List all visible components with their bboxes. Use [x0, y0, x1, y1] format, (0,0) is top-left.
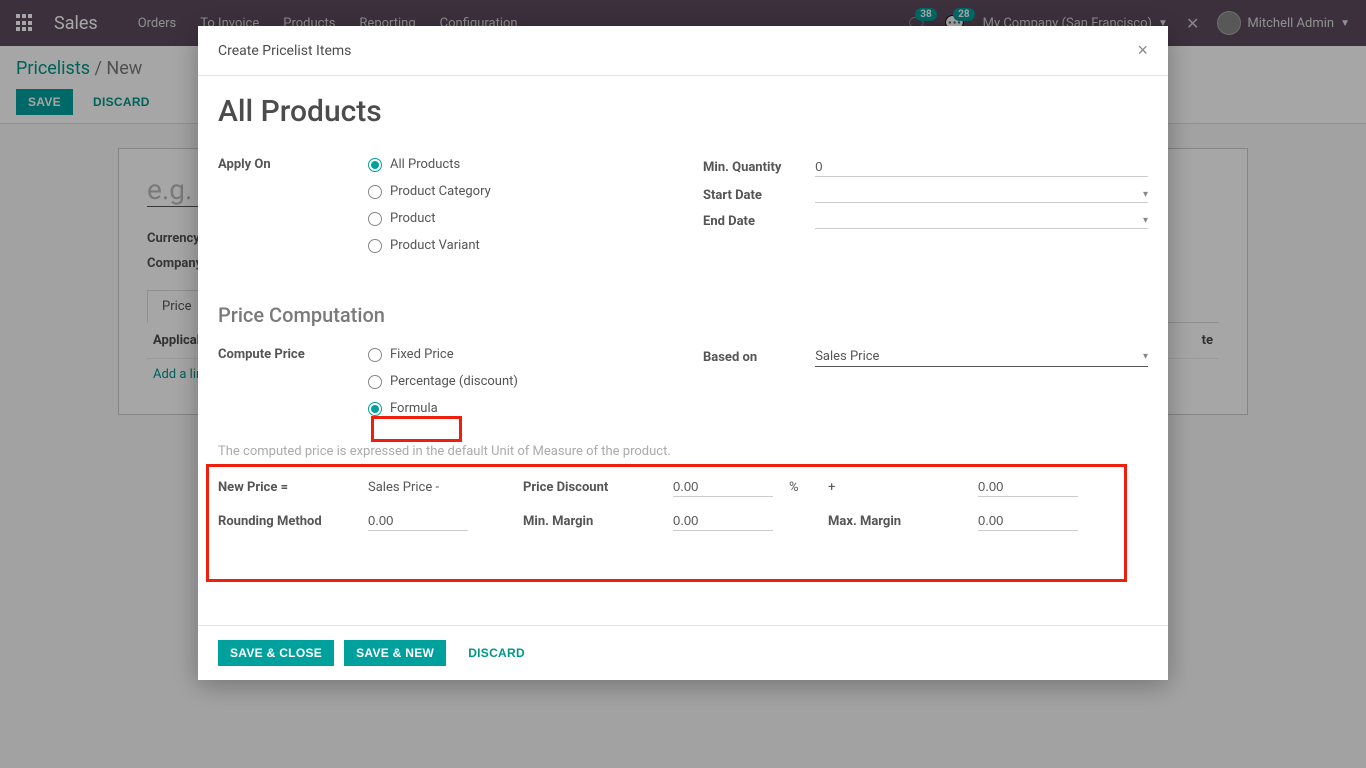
- sales-price-text: Sales Price -: [368, 480, 523, 495]
- close-icon[interactable]: ×: [1137, 40, 1148, 61]
- radio-percentage[interactable]: Percentage (discount): [368, 374, 518, 389]
- plus-sign: +: [828, 480, 978, 495]
- create-pricelist-modal: Create Pricelist Items × All Products Ap…: [198, 26, 1168, 680]
- apply-on-label: Apply On: [218, 157, 368, 172]
- price-discount-input[interactable]: [673, 477, 773, 497]
- min-margin-input[interactable]: [673, 511, 773, 531]
- percent-sign: %: [783, 480, 828, 495]
- radio-icon: [368, 185, 382, 199]
- radio-product-variant[interactable]: Product Variant: [368, 238, 491, 253]
- modal-title: Create Pricelist Items: [218, 43, 351, 59]
- price-discount-label: Price Discount: [523, 480, 673, 495]
- max-margin-label: Max. Margin: [828, 514, 978, 529]
- helper-text: The computed price is expressed in the d…: [218, 444, 1148, 459]
- min-qty-input[interactable]: [815, 157, 1148, 177]
- based-on-select[interactable]: Sales Price▾: [815, 347, 1148, 367]
- save-new-button[interactable]: Save & New: [344, 640, 446, 666]
- end-date-label: End Date: [703, 214, 815, 229]
- radio-icon: [368, 348, 382, 362]
- modal-heading: All Products: [218, 94, 1148, 129]
- price-computation-heading: Price Computation: [218, 303, 1148, 327]
- formula-grid: New Price = Sales Price - Price Discount…: [218, 477, 1148, 531]
- radio-product-category[interactable]: Product Category: [368, 184, 491, 199]
- radio-icon: [368, 239, 382, 253]
- radio-icon: [368, 212, 382, 226]
- radio-formula[interactable]: Formula: [368, 401, 518, 416]
- save-close-button[interactable]: Save & Close: [218, 640, 334, 666]
- rounding-method-input[interactable]: [368, 511, 468, 531]
- end-date-input[interactable]: ▾: [815, 213, 1148, 229]
- radio-all-products[interactable]: All Products: [368, 157, 491, 172]
- compute-price-label: Compute Price: [218, 347, 368, 362]
- start-date-input[interactable]: ▾: [815, 187, 1148, 203]
- start-date-label: Start Date: [703, 188, 815, 203]
- new-price-label: New Price =: [218, 480, 368, 495]
- min-qty-label: Min. Quantity: [703, 160, 815, 175]
- min-margin-label: Min. Margin: [523, 514, 673, 529]
- radio-fixed-price[interactable]: Fixed Price: [368, 347, 518, 362]
- radio-icon: [368, 402, 382, 416]
- chevron-down-icon: ▾: [1143, 351, 1148, 362]
- radio-product[interactable]: Product: [368, 211, 491, 226]
- based-on-label: Based on: [703, 350, 815, 365]
- chevron-down-icon: ▾: [1143, 215, 1148, 226]
- plus-value-input[interactable]: [978, 477, 1078, 497]
- radio-icon: [368, 375, 382, 389]
- apply-on-radios: All Products Product Category Product Pr…: [368, 157, 491, 253]
- compute-price-radios: Fixed Price Percentage (discount) Formul…: [368, 347, 518, 416]
- radio-icon: [368, 158, 382, 172]
- modal-overlay: Create Pricelist Items × All Products Ap…: [0, 0, 1366, 768]
- rounding-method-label: Rounding Method: [218, 514, 368, 529]
- chevron-down-icon: ▾: [1143, 189, 1148, 200]
- max-margin-input[interactable]: [978, 511, 1078, 531]
- modal-discard-button[interactable]: Discard: [456, 640, 537, 666]
